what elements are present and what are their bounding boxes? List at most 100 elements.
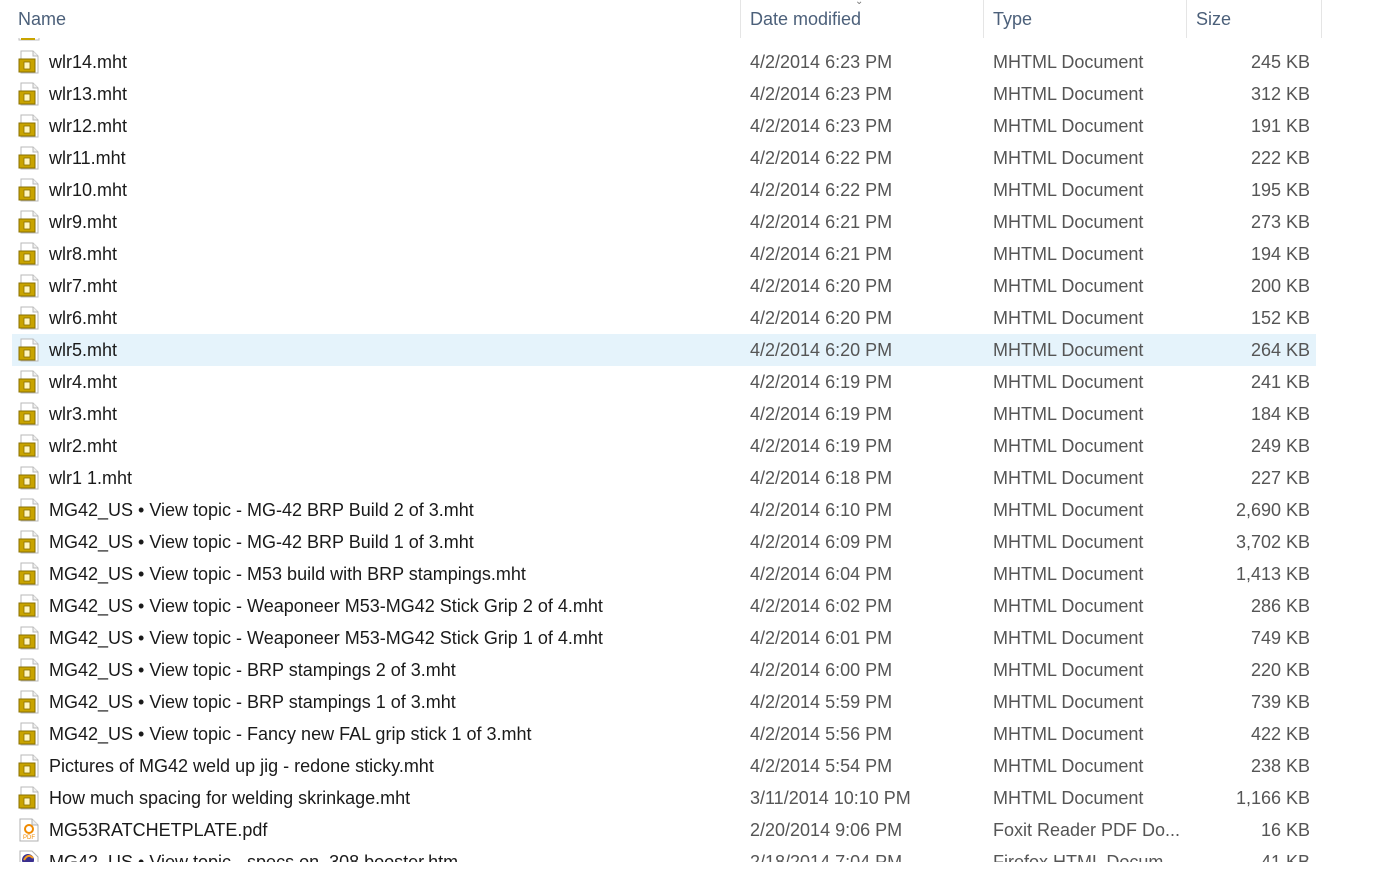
- file-size: 41 KB: [1260, 852, 1310, 862]
- file-row[interactable]: wlr3.mht 4/2/2014 6:19 PM MHTML Document 18…: [12, 398, 1316, 430]
- file-name: wlr14.mht: [49, 52, 128, 72]
- column-divider[interactable]: [1186, 0, 1187, 38]
- file-date-modified: 4/2/2014 6:04 PM: [750, 564, 893, 584]
- file-row[interactable]: wlr8.mht 4/2/2014 6:21 PM MHTML Document 19…: [12, 238, 1316, 270]
- file-row[interactable]: MG42_US • View topic - Fancy new FAL gri…: [12, 718, 1316, 750]
- file-name: MG42_US • View topic - M53 build with BR…: [49, 564, 526, 584]
- file-row[interactable]: wlr4.mht 4/2/2014 6:19 PM MHTML Document 24…: [12, 366, 1316, 398]
- file-size: 195 KB: [1250, 180, 1310, 200]
- file-row[interactable]: wlr9.mht 4/2/2014 6:21 PM MHTML Document 27…: [12, 206, 1316, 238]
- file-row[interactable]: wlr12.mht 4/2/2014 6:23 PM MHTML Document 1…: [12, 110, 1316, 142]
- file-row[interactable]: wlr7.mht 4/2/2014 6:20 PM MHTML Document 20…: [12, 270, 1316, 302]
- file-date-modified: 4/2/2014 5:54 PM: [750, 756, 893, 776]
- file-date-modified: 4/2/2014 6:19 PM: [750, 404, 893, 424]
- file-date-modified: 2/18/2014 7:04 PM: [750, 852, 903, 862]
- file-row[interactable]: wlr1 1.mht 4/2/2014 6:18 PM MHTML Document…: [12, 462, 1316, 494]
- file-size: 241 KB: [1250, 372, 1310, 392]
- file-size: 152 KB: [1250, 308, 1310, 328]
- sort-descending-icon: ⌄: [855, 0, 864, 7]
- file-name: MG53RATCHETPLATE.pdf: [49, 820, 268, 840]
- file-name: wlr13.mht: [49, 84, 128, 104]
- mht-file-icon: [18, 530, 40, 554]
- file-row[interactable]: Pictures of MG42 weld up jig - redone st…: [12, 750, 1316, 782]
- file-row[interactable]: wlr2.mht 4/2/2014 6:19 PM MHTML Document 24…: [12, 430, 1316, 462]
- file-date-modified: 2/20/2014 9:06 PM: [750, 820, 903, 840]
- file-row[interactable]: wlr13.mht 4/2/2014 6:23 PM MHTML Document 3…: [12, 78, 1316, 110]
- file-row[interactable]: MG42_US • View topic - Weaponeer M53-MG4…: [12, 622, 1316, 654]
- column-divider[interactable]: [1321, 0, 1322, 38]
- column-header-size[interactable]: Size: [1188, 0, 1320, 38]
- mht-file-icon: [18, 626, 40, 650]
- column-header-bar: Name Date modified ⌄ Type Size: [0, 0, 1322, 38]
- mht-file-icon: [18, 146, 40, 170]
- svg-text:PDF: PDF: [23, 835, 35, 841]
- file-row[interactable]: wlr5.mht 4/2/2014 6:20 PM MHTML Document 26…: [12, 334, 1316, 366]
- file-size: 191 KB: [1250, 116, 1310, 136]
- column-divider[interactable]: [740, 0, 741, 38]
- file-type: MHTML Document: [993, 276, 1144, 296]
- file-type: MHTML Document: [993, 212, 1144, 232]
- mht-file-icon: [18, 38, 40, 42]
- file-size: 245 KB: [1250, 52, 1310, 72]
- mht-file-icon: [18, 658, 40, 682]
- file-row[interactable]: MG42_US • View topic - BRP stampings 2 o…: [12, 654, 1316, 686]
- file-row[interactable]: MG42_US • View topic - Weaponeer M53-MG4…: [12, 590, 1316, 622]
- file-row[interactable]: MG42_US • View topic - M53 build with BR…: [12, 558, 1316, 590]
- file-row[interactable]: wlr10.mht 4/2/2014 6:22 PM MHTML Document 1…: [12, 174, 1316, 206]
- mht-file-icon: [18, 562, 40, 586]
- file-date-modified: 4/2/2014 6:02 PM: [750, 596, 893, 616]
- file-type: MHTML Document: [993, 308, 1144, 328]
- file-size: 422 KB: [1250, 724, 1310, 744]
- file-type: MHTML Document: [993, 724, 1144, 744]
- file-type: MHTML Document: [993, 692, 1144, 712]
- file-size: 1,166 KB: [1235, 788, 1310, 808]
- file-name: wlr7.mht: [49, 276, 118, 296]
- column-divider[interactable]: [983, 0, 984, 38]
- file-row[interactable]: PDF MG53RATCHETPLATE.pdf 2/20/2014 9:06 PM…: [12, 814, 1316, 846]
- file-type: MHTML Document: [993, 564, 1144, 584]
- file-row[interactable]: wlr6.mht 4/2/2014 6:20 PM MHTML Document 15…: [12, 302, 1316, 334]
- column-header-name[interactable]: Name: [10, 0, 740, 38]
- file-date-modified: 3/11/2014 10:10 PM: [750, 788, 911, 808]
- file-date-modified: 4/2/2014 6:23 PM: [750, 116, 893, 136]
- file-name: wlr1 1.mht: [49, 468, 133, 488]
- file-size: 3,702 KB: [1235, 532, 1310, 552]
- file-size: 16 KB: [1260, 820, 1310, 840]
- mht-file-icon: [18, 370, 40, 394]
- file-row[interactable]: MG42_US • View topic - specs on .308 boo…: [12, 846, 1316, 862]
- file-date-modified: 4/2/2014 6:22 PM: [750, 148, 893, 168]
- file-size: 238 KB: [1250, 756, 1310, 776]
- mht-file-icon: [18, 754, 40, 778]
- file-row[interactable]: How much spacing for welding skrinkage.m…: [12, 782, 1316, 814]
- file-row[interactable]: MG42_US • View topic - BRP stampings 1 o…: [12, 686, 1316, 718]
- file-size: 194 KB: [1250, 244, 1310, 264]
- file-name: Pictures of MG42 weld up jig - redone st…: [49, 756, 434, 776]
- file-type: MHTML Document: [993, 788, 1144, 808]
- file-size: 222 KB: [1250, 148, 1310, 168]
- file-type: MHTML Document: [993, 180, 1144, 200]
- file-type: MHTML Document: [993, 532, 1144, 552]
- file-name: wlr10.mht: [49, 180, 128, 200]
- file-date-modified: 4/2/2014 6:21 PM: [750, 212, 893, 232]
- mht-file-icon: [18, 786, 40, 810]
- column-header-type[interactable]: Type: [985, 0, 1185, 38]
- mht-file-icon: [18, 338, 40, 362]
- file-name: wlr5.mht: [49, 340, 118, 360]
- file-row[interactable]: MG42_US • View topic - MG-42 BRP Build 2…: [12, 494, 1316, 526]
- file-date-modified: 4/2/2014 5:59 PM: [750, 692, 893, 712]
- file-name: MG42_US • View topic - MG-42 BRP Build 2…: [49, 500, 474, 520]
- file-row[interactable]: MG42_US • View topic - MG-42 BRP Build 1…: [12, 526, 1316, 558]
- file-row[interactable]: wlr14.mht 4/2/2014 6:23 PM MHTML Document 2…: [12, 46, 1316, 78]
- mht-file-icon: [18, 434, 40, 458]
- file-size: 184 KB: [1250, 404, 1310, 424]
- file-type: MHTML Document: [993, 340, 1144, 360]
- mht-file-icon: [18, 242, 40, 266]
- file-list[interactable]: wlr14.mht 4/2/2014 6:23 PM MHTML Document 2…: [0, 38, 1322, 862]
- mht-file-icon: [18, 50, 40, 74]
- file-row[interactable]: wlr11.mht 4/2/2014 6:22 PM MHTML Document 2…: [12, 142, 1316, 174]
- file-type: MHTML Document: [993, 372, 1144, 392]
- file-date-modified: 4/2/2014 6:20 PM: [750, 276, 893, 296]
- file-size: 264 KB: [1250, 340, 1310, 360]
- file-date-modified: 4/2/2014 6:00 PM: [750, 660, 893, 680]
- file-type: Foxit Reader PDF Do...: [993, 820, 1181, 840]
